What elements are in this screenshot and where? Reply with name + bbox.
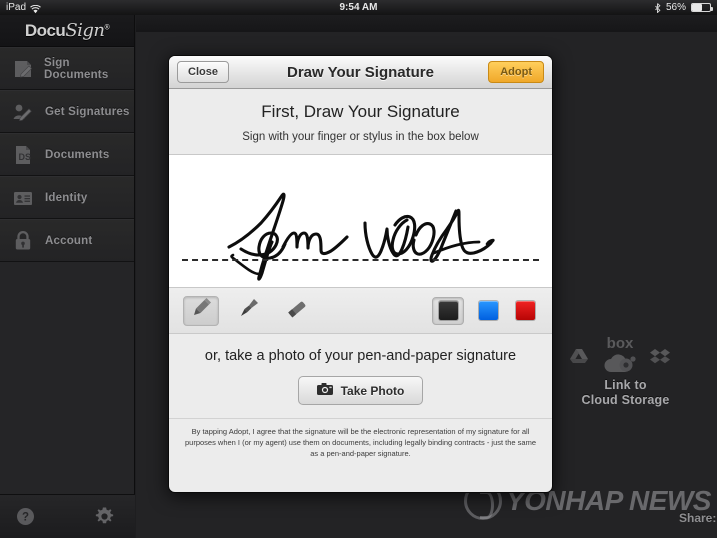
docusign-logo: DocuSign® xyxy=(0,15,134,47)
status-bar-right: 56% xyxy=(654,0,713,15)
sidebar-item-label: Identity xyxy=(45,191,88,204)
highlighter-icon xyxy=(286,297,308,324)
help-question-icon[interactable]: ? xyxy=(16,507,35,526)
device-label: iPad xyxy=(6,2,27,13)
cloud-gear-icon xyxy=(602,349,638,380)
sidebar: DocuSign® Sign Documents Get Signatures … xyxy=(0,15,135,538)
status-bar-time: 9:54 AM xyxy=(339,2,378,13)
marker-icon xyxy=(238,297,260,324)
highlighter-tool[interactable] xyxy=(279,296,315,326)
gear-icon[interactable] xyxy=(94,506,115,527)
color-red[interactable] xyxy=(513,298,538,323)
status-bar-left: iPad xyxy=(6,0,41,15)
account-lock-icon xyxy=(10,228,36,254)
sidebar-item-documents[interactable]: DS Documents xyxy=(0,133,134,176)
logo-script: Sign xyxy=(65,20,105,41)
main-top-strip xyxy=(136,15,717,32)
signature-baseline xyxy=(182,259,539,261)
swatch-red-chip xyxy=(516,301,535,320)
sidebar-item-label: Sign Documents xyxy=(44,56,109,81)
logo-tm: ® xyxy=(104,24,110,32)
color-blue[interactable] xyxy=(476,298,501,323)
sidebar-item-label: Get Signatures xyxy=(45,105,130,118)
tools-row xyxy=(169,288,552,334)
sign-documents-icon xyxy=(10,56,35,82)
subheadline: Sign with your finger or stylus in the b… xyxy=(242,131,479,143)
instructions-block: First, Draw Your Signature Sign with you… xyxy=(169,89,552,154)
sidebar-item-account[interactable]: Account xyxy=(0,219,134,262)
documents-icon: DS xyxy=(10,142,36,168)
wifi-icon xyxy=(30,4,41,14)
draw-signature-modal: Close Draw Your Signature Adopt First, D… xyxy=(168,55,553,493)
bluetooth-icon xyxy=(654,2,661,14)
photo-prompt: or, take a photo of your pen-and-paper s… xyxy=(204,348,517,364)
color-swatches xyxy=(432,296,538,325)
cloud-label-line1: Link to xyxy=(604,378,647,392)
logo-text: DocuSign® xyxy=(24,20,110,41)
sidebar-item-label: Documents xyxy=(45,148,110,161)
sidebar-item-label: Account xyxy=(45,234,93,247)
signature-drawing xyxy=(227,192,495,281)
ipad-screen: iPad 9:54 AM 56% DocuSign® Sign Document… xyxy=(0,0,717,538)
identity-icon xyxy=(10,185,36,211)
svg-text:DS: DS xyxy=(19,152,32,162)
sidebar-item-identity[interactable]: Identity xyxy=(0,176,134,219)
color-black[interactable] xyxy=(432,296,464,325)
svg-text:?: ? xyxy=(22,512,29,524)
close-button[interactable]: Close xyxy=(177,61,229,83)
signature-canvas[interactable] xyxy=(169,154,552,288)
modal-header: Close Draw Your Signature Adopt xyxy=(169,56,552,89)
swatch-blue-chip xyxy=(479,301,498,320)
swatch-black-chip xyxy=(438,301,458,320)
share-label: Share: xyxy=(679,511,717,525)
link-to-cloud-storage[interactable]: box Link to Cloud Storage xyxy=(548,332,703,408)
cloud-provider-icons: box xyxy=(548,332,703,378)
legal-disclaimer: By tapping Adopt, I agree that the signa… xyxy=(169,418,552,469)
adopt-button[interactable]: Adopt xyxy=(488,61,544,83)
sidebar-bottom-bar: ? xyxy=(0,494,135,538)
dropbox-icon xyxy=(650,348,670,371)
cloud-storage-label: Link to Cloud Storage xyxy=(548,378,703,408)
pen-tool[interactable] xyxy=(183,295,219,326)
camera-icon xyxy=(316,383,333,398)
sidebar-item-get-signatures[interactable]: Get Signatures xyxy=(0,90,134,133)
get-signatures-icon xyxy=(10,99,36,125)
share-row: Share: f in xyxy=(679,508,717,528)
cloud-label-line2: Cloud Storage xyxy=(581,393,670,407)
google-drive-icon xyxy=(570,348,588,369)
status-bar: iPad 9:54 AM 56% xyxy=(0,0,717,15)
take-photo-button[interactable]: Take Photo xyxy=(297,376,424,405)
headline: First, Draw Your Signature xyxy=(261,102,460,121)
pen-icon xyxy=(190,297,212,324)
take-photo-label: Take Photo xyxy=(340,383,405,398)
sidebar-item-sign-documents[interactable]: Sign Documents xyxy=(0,47,134,90)
logo-primary: Docu xyxy=(24,21,66,40)
battery-percent: 56% xyxy=(665,2,686,13)
take-photo-section: or, take a photo of your pen-and-paper s… xyxy=(169,334,552,418)
battery-icon xyxy=(691,3,713,12)
marker-tool[interactable] xyxy=(231,296,267,326)
